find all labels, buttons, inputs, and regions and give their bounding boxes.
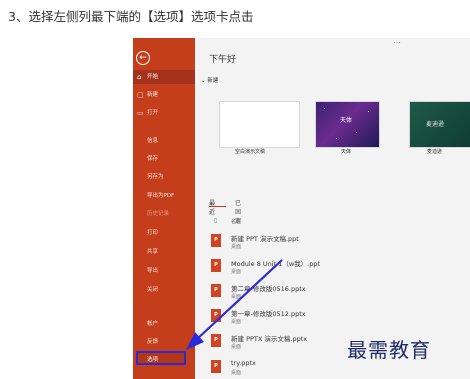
- pptx-file-icon: P: [211, 360, 221, 373]
- template-thumb-text: 天体: [340, 117, 353, 124]
- section-label: 新建: [207, 78, 219, 84]
- active-tab-indicator: [209, 206, 226, 207]
- template-celestial[interactable]: 天体: [315, 101, 380, 148]
- sidebar-item-feedback[interactable]: 反馈: [147, 337, 158, 345]
- file-name: 第一章-修改版0512.pptx: [231, 310, 306, 318]
- pptx-file-icon: P: [211, 234, 221, 247]
- sidebar-item-info[interactable]: 信息: [147, 136, 158, 144]
- sidebar-item-open[interactable]: ▭ 打开: [133, 106, 195, 120]
- sidebar-item-export-pdf[interactable]: 导出为PDF: [147, 191, 174, 199]
- sidebar-item-history[interactable]: 历史记录: [147, 209, 169, 217]
- template-thumb-text: 麦迪逊: [426, 121, 445, 128]
- back-arrow-icon[interactable]: ←: [136, 51, 150, 65]
- pptx-file-icon: P: [211, 284, 221, 297]
- sidebar-item-label: 新建: [147, 92, 159, 98]
- file-location: 桌面: [231, 344, 242, 350]
- sidebar-item-save[interactable]: 保存: [147, 154, 158, 162]
- file-location: 桌面: [231, 269, 242, 275]
- sidebar-item-new[interactable]: ▢ 新建: [133, 88, 195, 102]
- file-name: 新建 PPT 演示文稿.ppt: [231, 235, 299, 243]
- sidebar-item-print[interactable]: 打印: [147, 228, 158, 236]
- document-icon: ▯: [214, 217, 218, 224]
- sidebar: ← ⌂ 开始 ▢ 新建 ▭ 打开 信息 保存 另存为 导出为PDF 历史记录 打…: [133, 38, 195, 379]
- template-label: 天体: [341, 149, 352, 155]
- sidebar-item-save-as[interactable]: 另存为: [147, 172, 164, 180]
- sidebar-item-label: 打开: [147, 110, 159, 116]
- file-name: 新建 PPTX 演示文稿.pptx: [231, 335, 308, 343]
- file-name: try.pptx: [231, 359, 256, 367]
- file-location: 桌面: [231, 370, 242, 376]
- powerpoint-backstage: ← ⌂ 开始 ▢ 新建 ▭ 打开 信息 保存 另存为 导出为PDF 历史记录 打…: [133, 38, 470, 379]
- file-location: 桌面: [231, 294, 242, 300]
- template-label: 麦迪逊: [427, 149, 443, 155]
- file-name: 第二章-修改版0516.pptx: [231, 285, 306, 293]
- sidebar-item-account[interactable]: 帐户: [147, 319, 158, 327]
- tab-recent[interactable]: 最近: [209, 198, 215, 216]
- options-highlight-box: [136, 351, 186, 365]
- pptx-file-icon: P: [211, 259, 221, 272]
- template-madison[interactable]: 麦迪逊: [409, 101, 470, 148]
- file-location: 桌面: [231, 244, 242, 250]
- page-title: 下午好: [209, 55, 237, 65]
- drag-handle-icon: ⋯: [393, 38, 401, 47]
- template-label: 空白演示文稿: [235, 149, 266, 155]
- pptx-file-icon: P: [211, 309, 221, 322]
- watermark-text: 最需教育: [347, 338, 431, 362]
- new-document-icon: ▢: [137, 91, 144, 99]
- template-blank[interactable]: [219, 101, 300, 148]
- list-item[interactable]: P 第一章-修改版0512.pptx 桌面: [211, 306, 466, 331]
- folder-icon: ▭: [137, 109, 144, 117]
- new-section-header[interactable]: ⌄ 新建: [201, 76, 218, 84]
- list-item[interactable]: P 新建 PPT 演示文稿.ppt 桌面: [211, 231, 466, 256]
- file-name: Module 8 Unit 1（w我）.ppt: [231, 260, 321, 268]
- column-header-name[interactable]: 名称: [231, 218, 241, 225]
- chevron-down-icon: ⌄: [201, 78, 206, 84]
- home-icon: ⌂: [137, 73, 142, 81]
- sidebar-item-share[interactable]: 共享: [147, 247, 158, 255]
- pptx-file-icon: P: [211, 334, 221, 347]
- file-location: 桌面: [231, 319, 242, 325]
- sidebar-item-close[interactable]: 关闭: [147, 285, 158, 293]
- list-item[interactable]: P 第二章-修改版0516.pptx 桌面: [211, 281, 466, 306]
- sidebar-item-label: 开始: [147, 74, 159, 80]
- sidebar-item-export[interactable]: 导出: [147, 266, 158, 274]
- list-item[interactable]: P Module 8 Unit 1（w我）.ppt 桌面: [211, 256, 466, 281]
- main-panel: ⋯ 下午好 ⌄ 新建 天体 麦迪逊 空白演示文稿 天体 麦迪逊 最近 已固定 ▯…: [195, 38, 470, 379]
- instruction-caption: 3、选择左侧列最下端的【选项】选项卡点击: [8, 9, 254, 24]
- sidebar-item-home[interactable]: ⌂ 开始: [133, 70, 195, 84]
